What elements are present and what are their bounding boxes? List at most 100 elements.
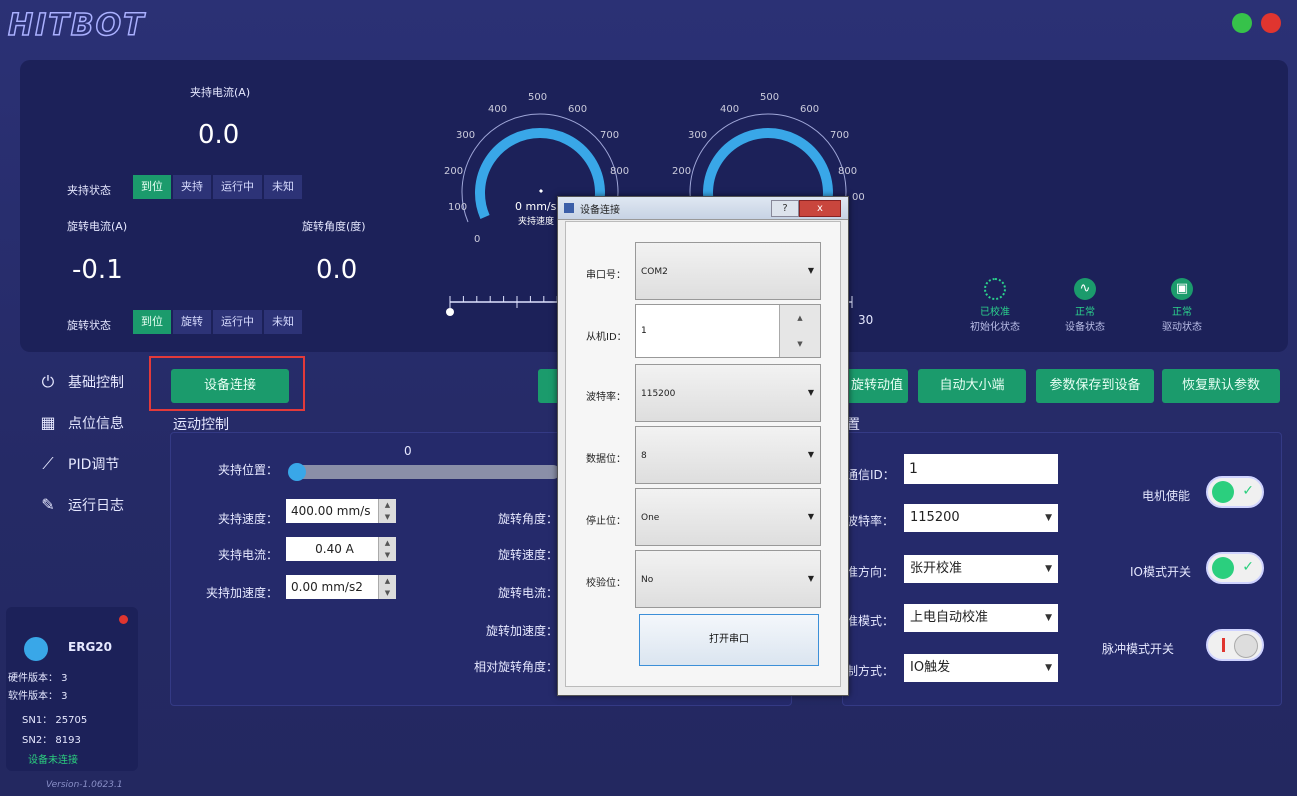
toggle-knob — [1212, 481, 1234, 503]
rot-speed-input-label: 旋转速度： — [498, 548, 559, 562]
grip-state-gripping: 夹持 — [173, 175, 211, 199]
open-port-button[interactable]: 打开串口 — [639, 614, 819, 666]
chevron-down-icon: ▼ — [1045, 663, 1052, 673]
baud-select[interactable]: 115200 ▼ — [904, 504, 1058, 532]
restore-defaults-button[interactable]: 恢复默认参数 — [1162, 369, 1280, 403]
grid-icon: ▦ — [40, 413, 56, 432]
gauge1-caption: 夹持速度 — [518, 215, 554, 227]
io-mode-toggle[interactable]: ✓ — [1206, 552, 1264, 584]
power-icon: ⏻ — [41, 372, 55, 391]
control-mode-value: IO触发 — [910, 660, 951, 675]
slave-id-input[interactable]: 1 ▲ ▼ — [635, 304, 821, 358]
chevron-down-icon: ▼ — [807, 266, 814, 275]
device-sw-version: 软件版本： 3 — [8, 691, 68, 702]
check-icon: ✓ — [1242, 483, 1254, 499]
gauge2-tick-500: 500 — [760, 92, 779, 103]
gauge1-tick-400: 400 — [488, 104, 507, 115]
chevron-down-icon: ▼ — [1045, 513, 1052, 523]
rot-state-row: 到位 旋转 运行中 未知 — [133, 310, 304, 334]
pulse-mode-toggle[interactable] — [1206, 629, 1264, 661]
motion-title: 运动控制 — [173, 417, 229, 433]
io-mode-label: IO模式开关 — [1130, 565, 1191, 579]
slider-handle[interactable] — [288, 463, 306, 481]
slave-id-label: 从机ID： — [586, 332, 627, 343]
auto-endian-button[interactable]: 自动大小端 — [918, 369, 1026, 403]
decrement-button[interactable]: ▼ — [779, 331, 820, 357]
hitbot-logo: HITBOT — [7, 7, 146, 44]
stopbits-value: One — [641, 513, 660, 523]
rot-state-label: 旋转状态 — [67, 319, 111, 332]
device-status: ∿ 正常 设备状态 — [1050, 278, 1120, 333]
device-name: ERG20 — [68, 640, 112, 654]
grip-current-input-label: 夹持电流： — [218, 548, 279, 562]
pid-icon: ⟋ — [42, 454, 54, 473]
calib-mode-label: 准模式： — [846, 614, 895, 628]
gauge1-readout: 0 mm/s — [515, 200, 557, 213]
rot-angle-value: 0.0 — [316, 255, 358, 285]
chevron-down-icon: ▼ — [1045, 564, 1052, 574]
grip-speed-stepper[interactable]: ▲ ▼ — [378, 499, 396, 523]
sidebar-item-basic-control[interactable]: ⏻ 基础控制 — [38, 372, 124, 392]
sidebar-item-label: 点位信息 — [68, 416, 124, 432]
control-mode-select[interactable]: IO触发 ▼ — [904, 654, 1058, 682]
grip-position-value: 0 — [404, 444, 412, 458]
rot-current-value: -0.1 — [72, 255, 123, 285]
rot-state-unknown: 未知 — [264, 310, 302, 334]
control-mode-label: 制方式： — [846, 664, 895, 678]
dialog-baud-select[interactable]: 115200 ▼ — [635, 364, 821, 422]
calib-dir-select[interactable]: 张开校准 ▼ — [904, 555, 1058, 583]
close-button[interactable] — [1261, 13, 1281, 33]
gauge1-needle — [538, 188, 544, 194]
sidebar-item-label: PID调节 — [68, 457, 120, 473]
grip-accel-input[interactable]: 0.00 mm/s2 — [286, 575, 378, 599]
grip-position-slider[interactable] — [288, 463, 560, 481]
app-window: HITBOT 夹持电流(A) 0.0 夹持状态 到位 夹持 运行中 未知 旋转电… — [0, 0, 1297, 796]
rotate-value-button[interactable]: 旋转动值 — [846, 369, 908, 403]
increment-button[interactable]: ▲ — [779, 305, 820, 332]
motor-enable-toggle[interactable]: ✓ — [1206, 476, 1264, 508]
comm-id-input[interactable]: 1 — [904, 454, 1058, 484]
calib-mode-select[interactable]: 上电自动校准 ▼ — [904, 604, 1058, 632]
dialog-close-button[interactable]: x — [799, 200, 841, 217]
grip-current-input[interactable]: 0.40 A — [286, 537, 378, 561]
gauge2-tick-600: 600 — [800, 104, 819, 115]
save-params-button[interactable]: 参数保存到设备 — [1036, 369, 1154, 403]
calib-dir-value: 张开校准 — [910, 561, 963, 576]
device-status-caption: 设备状态 — [1065, 322, 1105, 333]
chevron-down-icon: ▼ — [807, 388, 814, 397]
minimize-button[interactable] — [1232, 13, 1252, 33]
gauge1-tick-100: 100 — [448, 202, 467, 213]
port-label: 串口号： — [586, 270, 626, 281]
calib-status: 已校准 初始化状态 — [960, 278, 1030, 333]
angle-scale-knob — [446, 308, 454, 316]
rot-state-running: 运行中 — [213, 310, 262, 334]
gauge1-tick-700: 700 — [600, 130, 619, 141]
stopbits-select[interactable]: One ▼ — [635, 488, 821, 546]
connection-dot — [119, 615, 128, 624]
angle-scale-max: 30 — [858, 313, 874, 327]
dialog-baud-value: 115200 — [641, 389, 676, 399]
parity-select[interactable]: No ▼ — [635, 550, 821, 608]
grip-state-unknown: 未知 — [264, 175, 302, 199]
gauge1-tick-300: 300 — [456, 130, 475, 141]
baud-select-value: 115200 — [910, 510, 960, 525]
log-icon: ✎ — [41, 495, 55, 514]
sidebar-item-log[interactable]: ✎ 运行日志 — [38, 495, 124, 515]
grip-accel-stepper[interactable]: ▲ ▼ — [378, 575, 396, 599]
parity-label: 校验位： — [586, 578, 626, 589]
highlight-box — [149, 356, 305, 411]
device-connect-dialog: 设备连接 ? x 串口号： COM2 ▼ 从机ID： 1 ▲ ▼ 波特率： 11520… — [557, 196, 849, 696]
port-select[interactable]: COM2 ▼ — [635, 242, 821, 300]
rot-state-rotating: 旋转 — [173, 310, 211, 334]
grip-speed-input[interactable]: 400.00 mm/s — [286, 499, 378, 523]
databits-select[interactable]: 8 ▼ — [635, 426, 821, 484]
sidebar-item-label: 基础控制 — [68, 375, 124, 391]
sidebar-item-point-info[interactable]: ▦ 点位信息 — [38, 413, 124, 433]
help-button[interactable]: ? — [771, 200, 799, 217]
motor-icon: ▣ — [1171, 278, 1193, 300]
grip-current-stepper[interactable]: ▲ ▼ — [378, 537, 396, 561]
calib-status-caption: 初始化状态 — [970, 322, 1020, 333]
device-connection-status: 设备未连接 — [28, 755, 78, 766]
sidebar-item-pid[interactable]: ⟋ PID调节 — [38, 454, 119, 474]
calib-dir-label: 准方向： — [846, 565, 895, 579]
